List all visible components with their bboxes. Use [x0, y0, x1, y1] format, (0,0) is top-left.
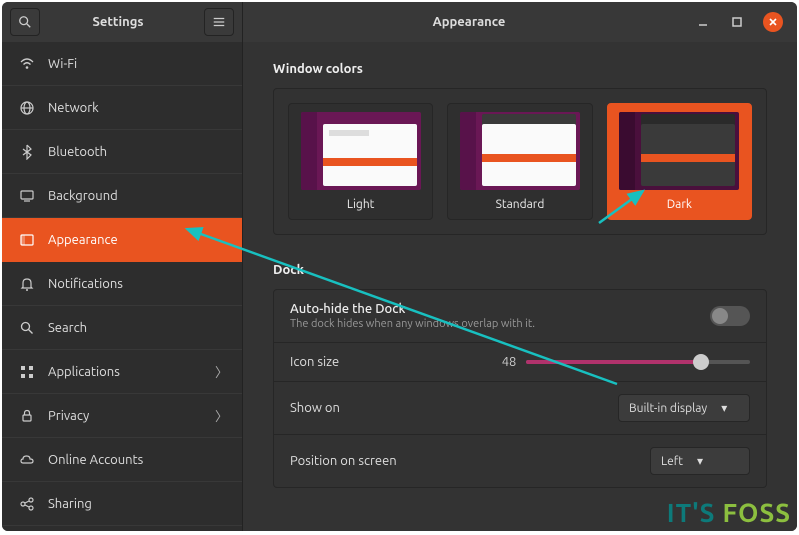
search-icon	[16, 320, 38, 336]
sidebar-item-wifi[interactable]: Wi-Fi	[2, 42, 242, 86]
dock-row-showon: Show on Built-in display ▾	[274, 382, 766, 435]
section-title-window-colors: Window colors	[273, 62, 767, 76]
window-controls	[695, 12, 783, 32]
sidebar-item-search[interactable]: Search	[2, 306, 242, 350]
slider-fill	[526, 360, 700, 364]
iconsize-label: Icon size	[290, 355, 476, 369]
showon-dropdown[interactable]: Built-in display ▾	[618, 394, 750, 422]
minimize-icon	[698, 17, 708, 27]
watermark: IT'S FOSS	[667, 498, 791, 529]
section-title-dock: Dock	[273, 263, 767, 277]
watermark-foss: FOSS	[723, 498, 791, 527]
bluetooth-icon	[16, 144, 38, 160]
theme-thumb-dark	[619, 112, 739, 190]
sidebar-item-label: Applications	[48, 365, 215, 379]
maximize-icon	[732, 17, 742, 27]
search-icon	[18, 15, 32, 29]
display-icon	[16, 188, 38, 204]
cloud-icon	[16, 452, 38, 468]
maximize-button[interactable]	[729, 14, 745, 30]
search-button[interactable]	[10, 8, 40, 36]
theme-dark[interactable]: Dark	[607, 103, 752, 220]
sidebar-item-privacy[interactable]: Privacy 〉	[2, 394, 242, 438]
sidebar-item-applications[interactable]: Applications 〉	[2, 350, 242, 394]
settings-window: Settings Appearance Wi-Fi Network	[2, 2, 797, 531]
sidebar-item-label: Sharing	[48, 497, 228, 511]
sidebar-item-sharing[interactable]: Sharing	[2, 482, 242, 526]
theme-label: Light	[347, 198, 375, 211]
autohide-subtext: The dock hides when any windows overlap …	[290, 318, 710, 330]
titlebar-right: Appearance	[243, 2, 797, 42]
autohide-label-group: Auto-hide the Dock The dock hides when a…	[290, 302, 710, 330]
sidebar-item-bluetooth[interactable]: Bluetooth	[2, 130, 242, 174]
theme-light[interactable]: Light	[288, 103, 433, 220]
theme-selector: Light Standard Dark	[273, 88, 767, 235]
sidebar-item-online-accounts[interactable]: Online Accounts	[2, 438, 242, 482]
position-label: Position on screen	[290, 454, 650, 468]
watermark-its: IT'S	[667, 498, 723, 527]
sidebar-item-label: Background	[48, 189, 228, 203]
apps-icon	[16, 364, 38, 380]
dock-row-position: Position on screen Left ▾	[274, 435, 766, 487]
theme-thumb-light	[301, 112, 421, 190]
close-button[interactable]	[763, 12, 783, 32]
titlebar-left: Settings	[2, 2, 243, 42]
sidebar-item-notifications[interactable]: Notifications	[2, 262, 242, 306]
close-icon	[768, 17, 778, 27]
share-icon	[16, 496, 38, 512]
autohide-label: Auto-hide the Dock	[290, 302, 710, 316]
bell-icon	[16, 276, 38, 292]
theme-standard[interactable]: Standard	[447, 103, 592, 220]
slider-handle[interactable]	[693, 354, 709, 370]
sidebar-item-label: Online Accounts	[48, 453, 228, 467]
sidebar-item-label: Wi-Fi	[48, 57, 228, 71]
sidebar-item-label: Appearance	[48, 233, 228, 247]
chevron-down-icon: ▾	[721, 401, 727, 415]
iconsize-value: 48	[476, 355, 516, 369]
minimize-button[interactable]	[695, 14, 711, 30]
sidebar-item-network[interactable]: Network	[2, 86, 242, 130]
sidebar-item-label: Search	[48, 321, 228, 335]
showon-value: Built-in display	[629, 402, 707, 415]
position-dropdown[interactable]: Left ▾	[650, 447, 750, 475]
dock-row-autohide: Auto-hide the Dock The dock hides when a…	[274, 290, 766, 343]
window-body: Wi-Fi Network Bluetooth Background Appea…	[2, 42, 797, 531]
lock-icon	[16, 408, 38, 424]
content-area: Window colors Light Standard Dark Dock	[243, 42, 797, 531]
dock-settings: Auto-hide the Dock The dock hides when a…	[273, 289, 767, 488]
sidebar-title: Settings	[40, 15, 196, 29]
showon-label: Show on	[290, 401, 618, 415]
theme-thumb-standard	[460, 112, 580, 190]
chevron-down-icon: ▾	[697, 454, 703, 468]
theme-label: Dark	[667, 198, 692, 211]
hamburger-icon	[212, 15, 226, 29]
sidebar-item-sound[interactable]: Sound	[2, 526, 242, 531]
titlebar: Settings Appearance	[2, 2, 797, 42]
network-icon	[16, 100, 38, 116]
sidebar-item-background[interactable]: Background	[2, 174, 242, 218]
sidebar-item-label: Privacy	[48, 409, 215, 423]
wifi-icon	[16, 56, 38, 72]
sidebar-item-label: Notifications	[48, 277, 228, 291]
dock-row-iconsize: Icon size 48	[274, 343, 766, 382]
sidebar-item-appearance[interactable]: Appearance	[2, 218, 242, 262]
position-value: Left	[661, 455, 683, 468]
autohide-switch[interactable]	[710, 306, 750, 326]
theme-label: Standard	[496, 198, 545, 211]
chevron-right-icon: 〉	[215, 406, 228, 425]
appearance-icon	[16, 232, 38, 248]
page-title: Appearance	[243, 15, 695, 29]
sidebar: Wi-Fi Network Bluetooth Background Appea…	[2, 42, 243, 531]
sidebar-item-label: Network	[48, 101, 228, 115]
iconsize-slider[interactable]	[526, 360, 750, 364]
chevron-right-icon: 〉	[215, 362, 228, 381]
hamburger-button[interactable]	[204, 8, 234, 36]
sidebar-item-label: Bluetooth	[48, 145, 228, 159]
